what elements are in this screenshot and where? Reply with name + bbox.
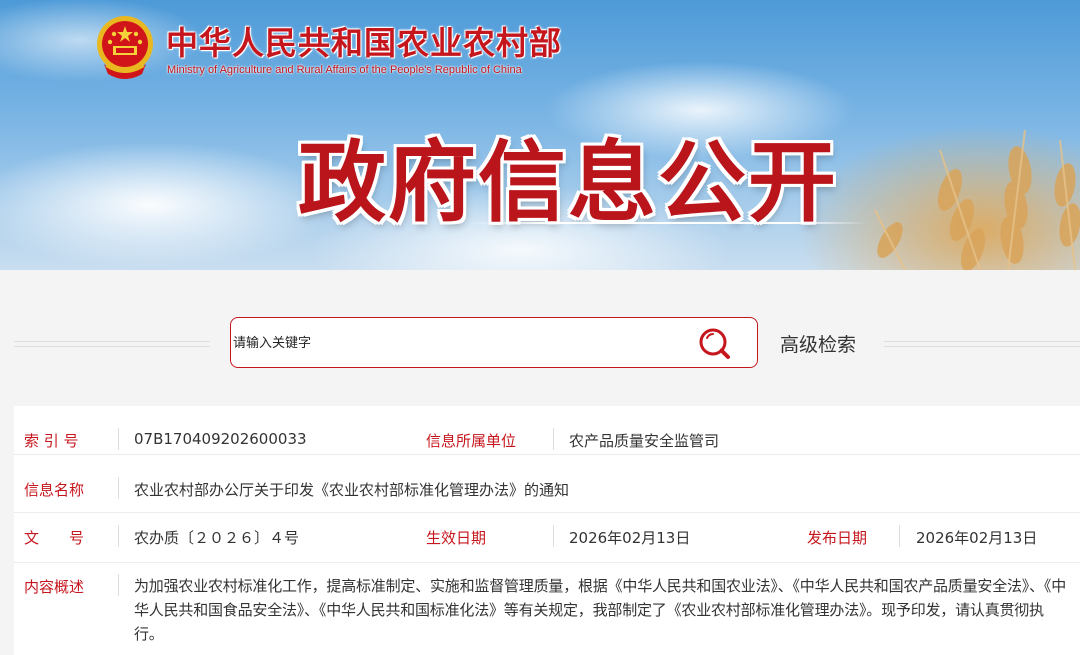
info-row-index: 索 引 号 07B170409202600033 信息所属单位 农产品质量安全监… (14, 406, 1080, 455)
national-emblem-icon (97, 16, 153, 79)
info-table: 索 引 号 07B170409202600033 信息所属单位 农产品质量安全监… (14, 406, 1080, 655)
separator (118, 428, 119, 450)
dept-value: 农产品质量安全监管司 (569, 432, 720, 450)
publish-date-value: 2026年02月13日 (916, 529, 1038, 547)
summary-value: 为加强农业农村标准化工作，提高标准制定、实施和监督管理质量，根据《中华人民共和国… (134, 577, 1067, 643)
search-divider-right (884, 341, 1080, 347)
banner-title: 政府信息公开 (298, 131, 839, 234)
info-row-docno: 文 号 农办质〔２０２６〕４号 生效日期 2026年02月13日 发布日期 20… (14, 512, 1080, 563)
index-label: 索 引 号 (24, 432, 79, 450)
header-banner: 中华人民共和国农业农村部 Ministry of Agriculture and… (0, 0, 1080, 270)
ministry-name-cn: 中华人民共和国农业农村部 (166, 24, 563, 62)
wheat-decoration (874, 130, 1080, 270)
search-box (230, 317, 758, 368)
separator (553, 525, 554, 547)
search-icon[interactable] (697, 326, 733, 362)
index-value: 07B170409202600033 (134, 430, 307, 448)
separator (118, 477, 119, 499)
banner-underline (468, 222, 868, 224)
search-divider-left (14, 341, 210, 347)
effective-date-label: 生效日期 (426, 529, 487, 547)
separator (553, 428, 554, 450)
separator (118, 574, 119, 596)
publish-date-label: 发布日期 (807, 529, 868, 547)
effective-date-value: 2026年02月13日 (569, 529, 691, 547)
docno-label: 文 号 (24, 529, 85, 547)
separator (899, 525, 900, 547)
docno-value: 农办质〔２０２６〕４号 (134, 529, 300, 547)
search-input[interactable] (233, 328, 673, 358)
advanced-search-link[interactable]: 高级检索 (780, 330, 856, 357)
dept-label: 信息所属单位 (426, 432, 517, 450)
info-row-name: 信息名称 农业农村部办公厅关于印发《农业农村部标准化管理办法》的通知 (14, 464, 1080, 513)
separator (118, 525, 119, 547)
summary-label: 内容概述 (24, 578, 85, 596)
ministry-name-en: Ministry of Agriculture and Rural Affair… (167, 64, 522, 76)
name-value: 农业农村部办公厅关于印发《农业农村部标准化管理办法》的通知 (134, 481, 570, 499)
name-label: 信息名称 (24, 481, 85, 499)
